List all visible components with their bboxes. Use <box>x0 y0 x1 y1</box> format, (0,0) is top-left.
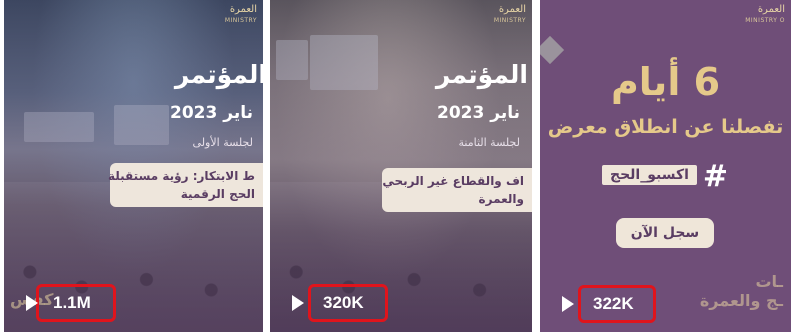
countdown-days: 6 أيام <box>610 60 721 104</box>
session-label: لجلسة الثامنة <box>458 136 521 149</box>
ministry-logo: العمرة MINISTRY <box>493 4 526 24</box>
play-icon <box>26 295 38 311</box>
conference-title: المؤتمر <box>435 60 528 89</box>
ministry-logo: العمرة MINISTRY O <box>745 4 785 24</box>
view-count: 320K <box>323 293 364 312</box>
session-topic-banner: ط الابتكار: رؤية مستقبلة الحج الرقمية <box>108 163 263 207</box>
play-icon <box>562 296 574 312</box>
register-now-button[interactable]: سجل الآن <box>616 218 714 248</box>
view-count: 1.1M <box>53 293 91 312</box>
session-topic-banner: اف والقطاع غير الربحي والعمرة <box>382 168 532 212</box>
ministry-logo: العمرة MINISTRY <box>224 4 257 24</box>
footer-watermark: ـات ـج والعمرة <box>699 272 783 310</box>
session-label: لجلسة الأولى <box>192 136 253 149</box>
view-count-badge: 1.1M <box>36 284 116 322</box>
conference-date: ناير 2023 <box>437 103 520 123</box>
countdown-subtitle: تفصلنا عن انطلاق معرض <box>547 116 784 138</box>
view-count-badge: 320K <box>308 284 388 322</box>
video-thumbnail-3[interactable]: العمرة MINISTRY O 6 أيام تفصلنا عن انطلا… <box>540 0 791 332</box>
conference-title: المؤتمر <box>174 60 263 89</box>
video-thumbnail-1[interactable]: العمرة MINISTRY المؤتمر ناير 2023 لجلسة … <box>4 0 263 332</box>
hash-icon: # <box>702 159 728 194</box>
play-icon <box>292 295 304 311</box>
conference-date: ناير 2023 <box>170 103 253 123</box>
video-thumbnail-2[interactable]: العمرة MINISTRY المؤتمر ناير 2023 لجلسة … <box>270 0 532 332</box>
view-count-badge: 322K <box>578 285 656 323</box>
view-count: 322K <box>593 294 634 313</box>
thumbnail-overlay <box>270 0 532 332</box>
hashtag-label: اكسبو_الحج # <box>602 159 728 194</box>
hashtag-text: اكسبو_الحج <box>602 165 697 185</box>
